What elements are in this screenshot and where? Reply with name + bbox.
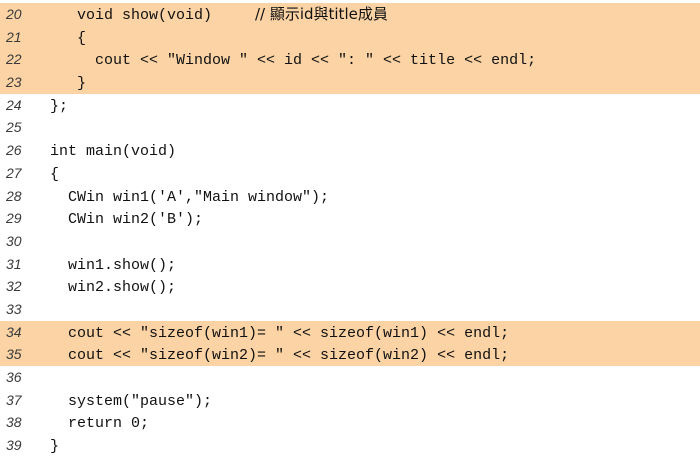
code-line: 29 CWin win2('B'); bbox=[0, 207, 700, 230]
code-line: 20 void show(void) // 顯示id與title成員 bbox=[0, 3, 700, 26]
code-content: CWin win1('A',"Main window"); bbox=[50, 188, 330, 206]
code-text: } bbox=[50, 434, 59, 459]
line-number: 33 bbox=[6, 300, 22, 317]
code-text: int main(void) bbox=[50, 139, 176, 164]
line-number: 30 bbox=[6, 232, 22, 249]
code-line: 22 cout << "Window " << id << ": " << ti… bbox=[0, 48, 700, 73]
code-line: 38 return 0; bbox=[0, 411, 700, 434]
code-content: } bbox=[50, 438, 60, 456]
code-line: 28 CWin win1('A',"Main window"); bbox=[0, 185, 700, 208]
code-text: cout << "Window " << id << ": " << title… bbox=[50, 48, 536, 73]
code-text: CWin win2('B'); bbox=[50, 207, 203, 232]
code-text: }; bbox=[50, 94, 68, 119]
code-content: win1.show(); bbox=[50, 256, 177, 274]
code-line: 37 system("pause"); bbox=[0, 389, 700, 412]
line-number: 23 bbox=[6, 74, 22, 91]
line-number: 38 bbox=[6, 414, 22, 431]
code-content: return 0; bbox=[50, 415, 150, 433]
code-line: 33 bbox=[0, 298, 700, 321]
code-text: } bbox=[50, 71, 86, 96]
code-content: }; bbox=[50, 97, 69, 115]
line-number: 27 bbox=[6, 164, 22, 181]
code-line: 23 } bbox=[0, 71, 700, 94]
line-number: 35 bbox=[6, 346, 22, 363]
line-number: 24 bbox=[6, 96, 22, 113]
code-content: system("pause"); bbox=[50, 392, 213, 410]
code-text: system("pause"); bbox=[50, 389, 212, 414]
code-text: return 0; bbox=[50, 411, 149, 436]
code-line: 34 cout << "sizeof(win1)= " << sizeof(wi… bbox=[0, 320, 700, 346]
code-text: { bbox=[50, 162, 59, 187]
code-line: 30 bbox=[0, 230, 700, 253]
line-number: 29 bbox=[6, 210, 22, 227]
line-number: 34 bbox=[6, 323, 22, 340]
code-line: 25 bbox=[0, 116, 700, 139]
code-line: 36 bbox=[0, 366, 700, 389]
code-comment: // 顯示id與title成員 bbox=[212, 5, 388, 23]
line-number: 32 bbox=[6, 278, 22, 295]
code-text: win2.show(); bbox=[50, 275, 176, 300]
line-number: 31 bbox=[6, 255, 22, 272]
code-content: { bbox=[50, 165, 60, 183]
code-text: { bbox=[50, 26, 86, 51]
code-line: 26 int main(void) bbox=[0, 139, 700, 162]
line-number: 37 bbox=[6, 391, 22, 408]
code-line: 21 { bbox=[0, 25, 700, 51]
code-text: cout << "sizeof(win1)= " << sizeof(win1)… bbox=[50, 321, 509, 346]
code-line: 24}; bbox=[0, 94, 700, 117]
code-text: CWin win1('A',"Main window"); bbox=[50, 185, 329, 210]
code-line: 32 win2.show(); bbox=[0, 275, 700, 298]
code-line: 31 win1.show(); bbox=[0, 253, 700, 276]
code-text: cout << "sizeof(win2)= " << sizeof(win2)… bbox=[50, 343, 509, 368]
code-text: void show(void) // 顯示id與title成員 bbox=[50, 3, 388, 28]
code-text: win1.show(); bbox=[50, 253, 176, 278]
line-number: 28 bbox=[6, 187, 22, 204]
code-content: { bbox=[50, 29, 87, 47]
line-number: 20 bbox=[6, 6, 22, 22]
line-number: 21 bbox=[6, 28, 22, 45]
line-number: 25 bbox=[6, 119, 22, 136]
line-number: 39 bbox=[6, 437, 22, 454]
code-content: cout << "sizeof(win1)= " << sizeof(win1)… bbox=[50, 324, 510, 342]
code-content: void show(void) bbox=[50, 7, 213, 24]
code-content: cout << "sizeof(win2)= " << sizeof(win2)… bbox=[50, 347, 510, 365]
line-number: 36 bbox=[6, 369, 22, 385]
line-number: 26 bbox=[6, 142, 22, 159]
code-line: 35 cout << "sizeof(win2)= " << sizeof(wi… bbox=[0, 343, 700, 366]
code-line: 27 { bbox=[0, 162, 700, 185]
code-line: 39} bbox=[0, 434, 700, 457]
code-content: CWin win2('B'); bbox=[50, 211, 204, 229]
line-number: 22 bbox=[6, 51, 22, 68]
code-content: cout << "Window " << id << ": " << title… bbox=[50, 52, 537, 70]
code-listing: 20 void show(void) // 顯示id與title成員 21 { … bbox=[0, 3, 700, 457]
code-content: win2.show(); bbox=[50, 279, 177, 297]
code-content: } bbox=[50, 75, 87, 93]
code-content: int main(void) bbox=[50, 143, 177, 161]
